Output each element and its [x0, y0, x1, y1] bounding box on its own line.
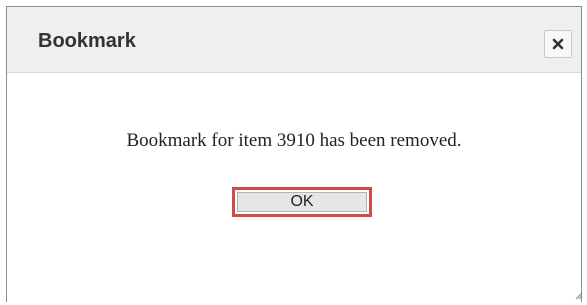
ok-button[interactable]: OK	[232, 187, 372, 217]
dialog-title: Bookmark	[38, 30, 136, 52]
dialog-titlebar[interactable]: Bookmark	[7, 7, 581, 73]
close-icon	[552, 38, 564, 50]
ok-button-label: OK	[237, 192, 367, 212]
dialog-message: Bookmark for item 3910 has been removed.	[126, 130, 462, 151]
resize-grip-icon[interactable]	[573, 287, 583, 300]
bookmark-dialog: Bookmark Bookmark for item 3910 has been…	[6, 6, 583, 302]
close-button[interactable]	[544, 30, 572, 58]
